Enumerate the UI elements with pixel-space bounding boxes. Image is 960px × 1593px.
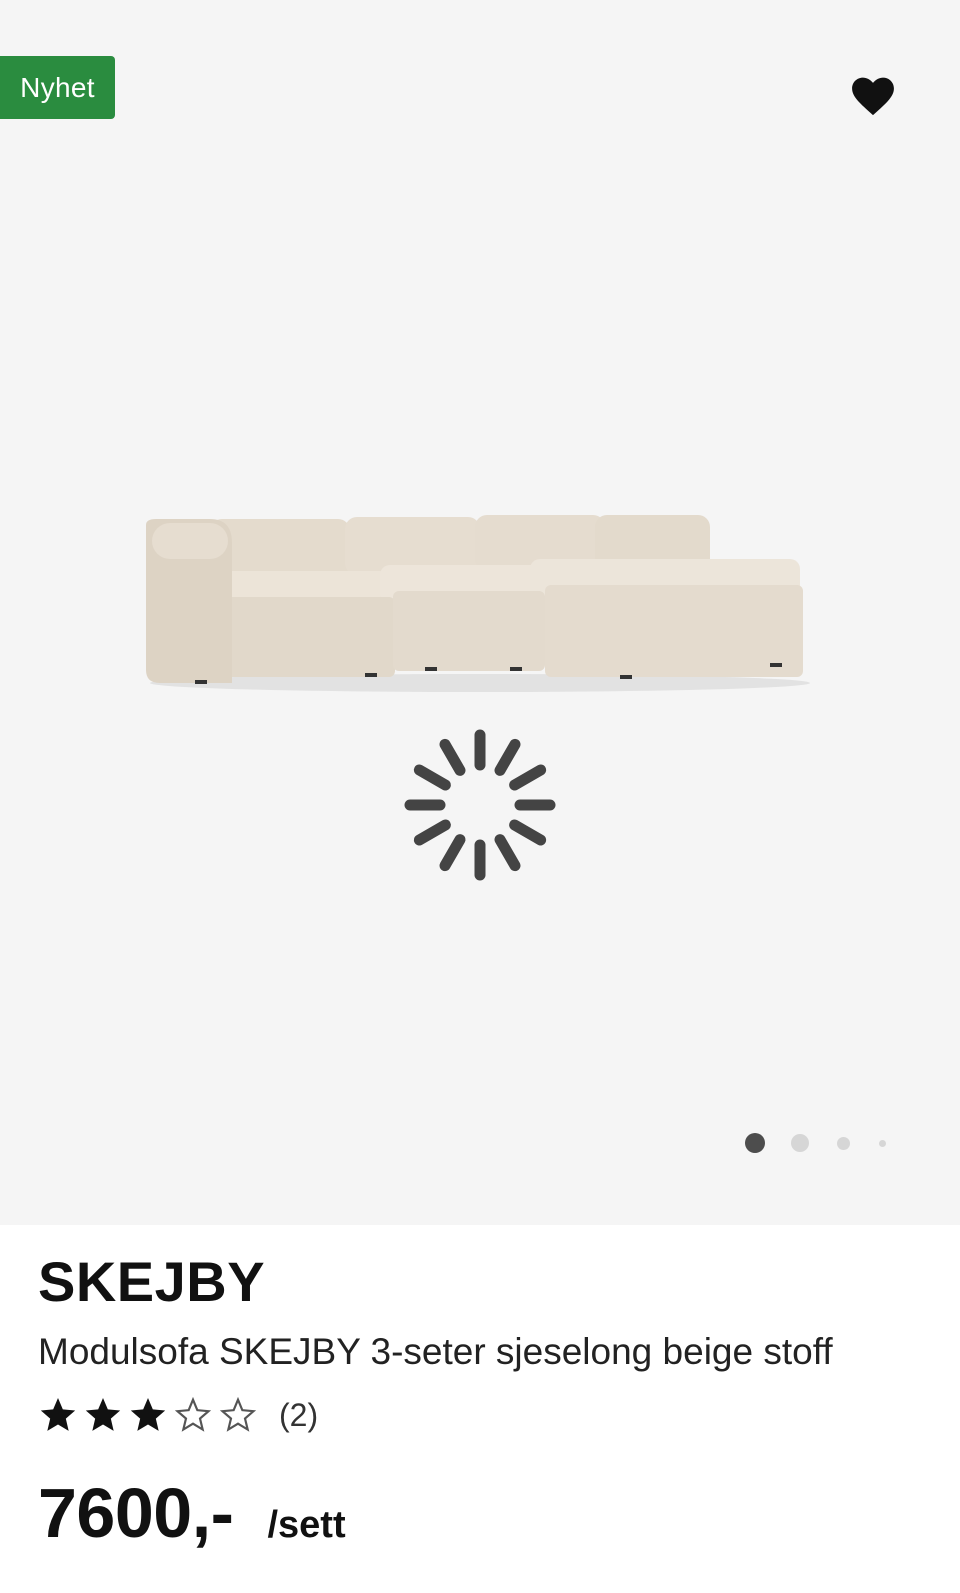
review-count: (2) [279, 1396, 319, 1433]
star-empty-icon [174, 1396, 212, 1432]
star-filled-icon [40, 1398, 76, 1431]
carousel-dot-1[interactable] [745, 1133, 765, 1153]
price-unit: /sett [267, 1504, 346, 1547]
spinner-icon [404, 729, 556, 881]
product-description[interactable]: Modulsofa SKEJBY 3-seter sjeselong beige… [38, 1331, 922, 1374]
star-filled-icon [85, 1398, 121, 1431]
carousel-pagination [745, 1133, 886, 1153]
product-info: SKEJBY Modulsofa SKEJBY 3-seter sjeselon… [0, 1251, 960, 1553]
product-brand: SKEJBY [38, 1250, 266, 1313]
carousel-dot-3[interactable] [837, 1136, 850, 1150]
product-rating[interactable]: (2) [38, 1395, 922, 1435]
new-badge: Nyhet [0, 56, 115, 119]
star-filled-icon [130, 1398, 166, 1431]
carousel-dot-2[interactable] [791, 1134, 809, 1152]
carousel-dot-4[interactable] [879, 1139, 886, 1147]
product-image-gallery[interactable]: Nyhet [0, 0, 960, 1225]
product-price: 7600,- [38, 1474, 234, 1553]
price-row: 7600,- /sett [38, 1473, 922, 1553]
star-empty-icon [219, 1396, 257, 1432]
product-image [146, 515, 810, 692]
heart-icon[interactable] [851, 76, 895, 116]
